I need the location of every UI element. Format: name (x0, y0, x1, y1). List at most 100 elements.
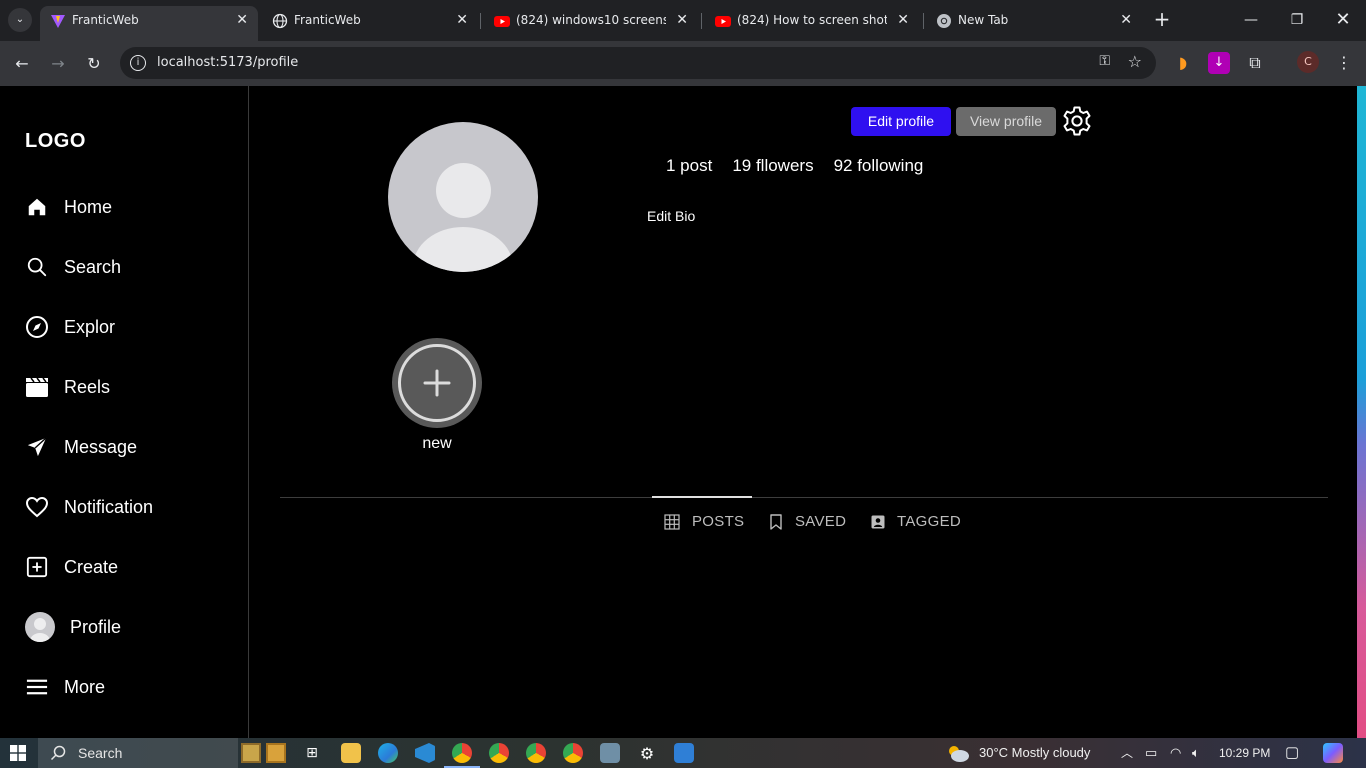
browser-tab-4[interactable]: (824) How to screen shots// ✕ (705, 6, 919, 35)
minimize-button[interactable]: — (1236, 6, 1266, 34)
tab-separator (480, 13, 481, 29)
globe-icon (272, 13, 288, 29)
vscode-icon[interactable] (415, 743, 435, 763)
sidebar-item-profile[interactable]: Profile (25, 607, 235, 647)
remote-desktop-icon[interactable] (600, 743, 620, 763)
bookmark-icon (769, 513, 783, 530)
close-window-button[interactable]: ✕ (1328, 6, 1358, 34)
highlight-label: new (422, 435, 452, 452)
tab-separator (701, 13, 702, 29)
tab-title: FranticWeb (294, 13, 361, 27)
copilot-icon[interactable] (1323, 743, 1343, 763)
sidebar-item-label: Profile (70, 616, 122, 637)
volume-icon[interactable]: 🔈︎ (1192, 738, 1200, 768)
back-button[interactable]: ← (9, 51, 35, 77)
sidebar-item-explore[interactable]: Explor (25, 307, 235, 347)
puzzle-icon[interactable]: ⧉ (1244, 52, 1266, 74)
browser-tab-5[interactable]: New Tab ✕ (926, 6, 1140, 35)
edit-bio-link[interactable]: Edit Bio (647, 208, 695, 224)
weather-cloud-icon[interactable] (944, 738, 972, 768)
sidebar-item-label: Create (64, 556, 119, 577)
following-count[interactable]: 92 following (834, 156, 924, 176)
file-explorer-icon[interactable] (341, 743, 361, 763)
new-tab-button[interactable]: + (1150, 8, 1174, 32)
wifi-icon[interactable]: ◠ (1170, 738, 1181, 768)
profile-avatar[interactable] (388, 122, 538, 272)
profile-stats: 1 post 19 fllowers 92 following (666, 156, 923, 176)
sidebar-item-home[interactable]: Home (25, 187, 235, 227)
photos-icon[interactable] (674, 743, 694, 763)
tab-saved[interactable]: SAVED (769, 513, 846, 530)
edit-profile-button[interactable]: Edit profile (851, 107, 951, 136)
tab-tagged[interactable]: TAGGED (871, 513, 961, 530)
close-tab-icon[interactable]: ✕ (676, 6, 688, 35)
close-tab-icon[interactable]: ✕ (1120, 6, 1132, 35)
page-scrollbar[interactable] (1357, 86, 1366, 738)
sidebar-item-label: More (64, 676, 106, 697)
password-key-icon[interactable]: ⚿ (1099, 53, 1110, 69)
browser-tab-3[interactable]: (824) windows10 screenshot ✕ (484, 6, 698, 35)
search-highlight-icon[interactable] (241, 743, 261, 763)
sidebar-item-more[interactable]: More (25, 667, 235, 707)
forward-button[interactable]: → (45, 51, 71, 77)
sidebar-item-search[interactable]: Search (25, 247, 235, 287)
send-icon (25, 435, 49, 459)
gear-icon[interactable] (1061, 105, 1093, 137)
profile-divider (280, 497, 1328, 498)
sidebar-item-create[interactable]: Create (25, 547, 235, 587)
logo[interactable]: LOGO (25, 130, 86, 153)
weather-text[interactable]: 30°C Mostly cloudy (979, 738, 1090, 768)
windows-taskbar: Search ⊞ ⚙ 30°C Mostly cloudy ︿ ▭ ◠ 🔈︎ 1… (0, 738, 1366, 768)
search-icon (50, 745, 66, 761)
search-highlight-icon[interactable] (266, 743, 286, 763)
settings-gear-icon[interactable]: ⚙ (637, 738, 657, 768)
new-highlight-button[interactable] (392, 338, 482, 428)
sidebar-item-reels[interactable]: Reels (25, 367, 235, 407)
vite-favicon-icon (51, 15, 65, 28)
active-tab-indicator (652, 496, 752, 498)
edge-icon[interactable] (378, 743, 398, 763)
download-extension-icon[interactable]: ↓ (1208, 52, 1230, 74)
chrome-icon[interactable] (444, 743, 480, 768)
view-profile-button[interactable]: View profile (956, 107, 1056, 136)
browser-profile-avatar[interactable]: C (1297, 51, 1319, 73)
extension-icon[interactable]: ◗ (1172, 52, 1194, 74)
show-hidden-icons-icon[interactable]: ︿ (1121, 738, 1133, 768)
windows-start-icon[interactable] (6, 738, 30, 768)
tab-search-button[interactable]: ⌄ (8, 8, 32, 32)
task-view-icon[interactable]: ⊞ (302, 738, 322, 768)
notifications-icon[interactable]: ▢ (1285, 738, 1299, 768)
avatar (25, 612, 55, 642)
reload-button[interactable]: ↻ (81, 51, 107, 77)
taskbar-search-box[interactable]: Search (38, 738, 286, 768)
followers-count[interactable]: 19 fllowers (732, 156, 813, 176)
kebab-menu-icon[interactable]: ⋮ (1333, 52, 1355, 74)
site-info-icon[interactable]: i (130, 55, 146, 71)
browser-tab-1[interactable]: FranticWeb ✕ (40, 6, 258, 41)
browser-toolbar: ← → ↻ i localhost:5173/profile ⚿ ☆ ◗ ↓ ⧉… (0, 41, 1366, 86)
bookmark-star-icon[interactable]: ☆ (1128, 52, 1142, 71)
profile-main: Edit profile View profile 1 post 19 fllo… (250, 86, 1357, 738)
chrome-icon[interactable] (526, 743, 546, 763)
meet-now-icon[interactable]: ▭ (1145, 738, 1157, 768)
sidebar-item-message[interactable]: Message (25, 427, 235, 467)
browser-tab-2[interactable]: FranticWeb ✕ (262, 6, 476, 35)
sidebar-item-notification[interactable]: Notification (25, 487, 235, 527)
restore-button[interactable]: ❐ (1282, 6, 1312, 34)
chrome-icon[interactable] (489, 743, 509, 763)
sidebar-item-label: Search (64, 256, 122, 277)
close-tab-icon[interactable]: ✕ (456, 6, 468, 35)
grid-icon (664, 513, 680, 530)
sidebar-item-label: Message (64, 436, 138, 457)
url-text[interactable]: localhost:5173/profile (157, 47, 298, 79)
compass-icon (25, 315, 49, 339)
address-bar[interactable]: i localhost:5173/profile ⚿ ☆ (120, 47, 1156, 79)
close-tab-icon[interactable]: ✕ (897, 6, 909, 35)
sidebar: LOGO Home Search Explor Reels Message No… (0, 86, 249, 738)
taskbar-clock[interactable]: 10:29 PM (1219, 738, 1270, 768)
tab-posts[interactable]: POSTS (664, 513, 744, 530)
posts-count[interactable]: 1 post (666, 156, 712, 176)
chrome-icon[interactable] (563, 743, 583, 763)
close-tab-icon[interactable]: ✕ (236, 6, 248, 35)
sidebar-item-label: Notification (64, 496, 154, 517)
